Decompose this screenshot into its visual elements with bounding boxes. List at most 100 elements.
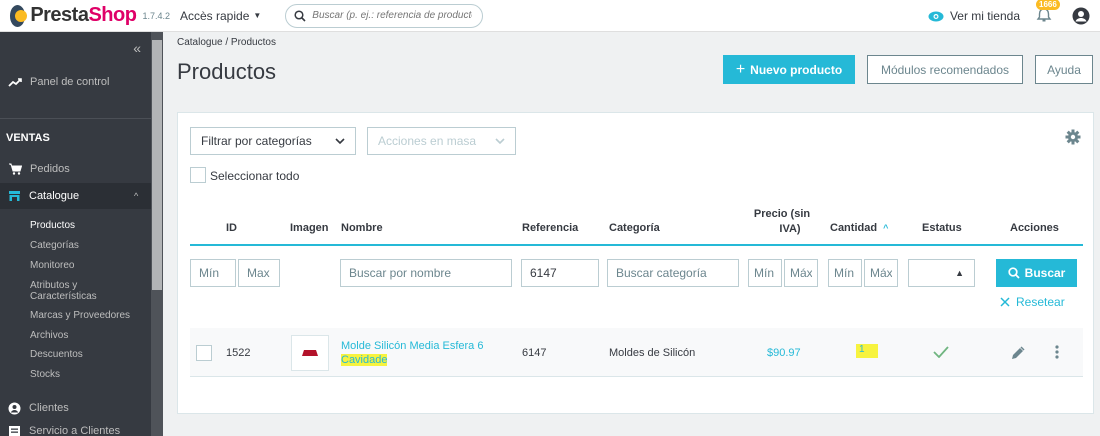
eye-icon bbox=[928, 11, 944, 21]
quick-access-dropdown[interactable]: Accès rapide ▼ bbox=[180, 9, 261, 23]
new-product-button[interactable]: + Nuevo producto bbox=[723, 55, 855, 84]
select-all-checkbox[interactable] bbox=[190, 167, 206, 183]
search-button[interactable]: Buscar bbox=[996, 259, 1077, 287]
row-id: 1522 bbox=[226, 347, 251, 359]
row-quantity[interactable]: 1 bbox=[856, 344, 878, 358]
column-header-name[interactable]: Nombre bbox=[341, 222, 383, 234]
sidebar-subitem-files[interactable]: Archivos bbox=[30, 330, 68, 341]
column-header-quantity[interactable]: Cantidad ^ bbox=[830, 222, 888, 234]
column-header-status[interactable]: Estatus bbox=[922, 222, 962, 234]
column-header-reference[interactable]: Referencia bbox=[522, 222, 578, 234]
page-title: Productos bbox=[177, 59, 277, 84]
sidebar-subitem-brands[interactable]: Marcas y Proveedores bbox=[30, 310, 130, 321]
chevron-up-icon: ^ bbox=[134, 191, 139, 201]
view-shop-link[interactable]: Ver mi tienda bbox=[928, 9, 1020, 23]
row-category: Moldes de Silicón bbox=[609, 347, 696, 359]
product-thumbnail[interactable] bbox=[291, 335, 329, 371]
sidebar-item-label: Catalogue bbox=[29, 190, 80, 202]
search-icon bbox=[294, 9, 306, 22]
filter-name-input[interactable] bbox=[340, 259, 512, 287]
header-search-input[interactable] bbox=[312, 10, 473, 21]
message-icon bbox=[9, 426, 20, 436]
sidebar-subitem-categories[interactable]: Categorías bbox=[30, 240, 79, 251]
products-card: Filtrar por categorías Acciones en masa … bbox=[177, 112, 1094, 414]
user-account-icon[interactable] bbox=[1072, 7, 1090, 25]
product-name-link[interactable]: Molde Silicón Media Esfera 6 Cavidade bbox=[341, 339, 501, 367]
sidebar-item-catalogue[interactable]: Catalogue ^ bbox=[0, 187, 151, 205]
column-header-image: Imagen bbox=[290, 222, 329, 234]
sidebar-subitem-attributes[interactable]: Atributos y bbox=[30, 280, 77, 291]
puffin-logo-icon bbox=[10, 4, 28, 27]
shopping-cart-icon bbox=[9, 163, 22, 175]
column-header-actions: Acciones bbox=[1010, 222, 1059, 234]
filter-id-max[interactable] bbox=[238, 259, 280, 287]
chevron-down-icon bbox=[495, 137, 505, 144]
sidebar-subitem-monitoring[interactable]: Monitoreo bbox=[30, 260, 74, 271]
filter-qty-min[interactable] bbox=[828, 259, 862, 287]
column-header-id[interactable]: ID bbox=[226, 222, 237, 234]
bulk-actions-dropdown[interactable]: Acciones en masa bbox=[367, 127, 516, 155]
sort-arrows-icon: ▲ bbox=[955, 268, 964, 278]
filter-price-min[interactable] bbox=[748, 259, 782, 287]
edit-pencil-icon[interactable] bbox=[1011, 346, 1025, 360]
notifications-button[interactable]: 1666 bbox=[1036, 0, 1060, 26]
sidebar-item-label: Panel de control bbox=[30, 76, 110, 88]
help-button[interactable]: Ayuda bbox=[1035, 55, 1093, 84]
filter-status-select[interactable]: ▲ bbox=[908, 259, 975, 287]
sidebar-item-customers[interactable]: Clientes bbox=[0, 399, 151, 417]
sidebar-subitem-attributes-line2[interactable]: Características bbox=[30, 291, 97, 302]
row-price[interactable]: $90.97 bbox=[767, 347, 801, 359]
sidebar-subitem-stocks[interactable]: Stocks bbox=[30, 369, 60, 380]
sidebar-item-customer-service[interactable]: Servicio a Clientes bbox=[0, 424, 151, 436]
filter-category-input[interactable] bbox=[607, 259, 739, 287]
sidebar: « Panel de control VENTAS Pedidos Catalo… bbox=[0, 32, 163, 436]
sidebar-subitem-discounts[interactable]: Descuentos bbox=[30, 349, 83, 360]
search-icon bbox=[1008, 267, 1020, 279]
filter-price-max[interactable] bbox=[784, 259, 818, 287]
logo-text-presta: Presta bbox=[30, 4, 89, 26]
store-icon bbox=[9, 191, 20, 201]
view-shop-label: Ver mi tienda bbox=[949, 9, 1020, 23]
recommended-modules-button[interactable]: Módulos recomendados bbox=[867, 55, 1023, 84]
sort-ascending-icon[interactable]: ^ bbox=[883, 223, 888, 233]
top-header: PrestaShop 1.7.4.2 Accès rapide ▼ Ver mi… bbox=[0, 0, 1100, 32]
reset-filters-link[interactable]: Resetear bbox=[1000, 295, 1065, 309]
sidebar-item-orders[interactable]: Pedidos bbox=[0, 160, 151, 178]
notifications-badge: 1666 bbox=[1036, 0, 1060, 10]
account-circle-icon bbox=[8, 402, 21, 414]
sidebar-item-dashboard[interactable]: Panel de control bbox=[0, 72, 151, 92]
reset-filters-label: Resetear bbox=[1016, 295, 1065, 309]
filter-reference-input[interactable] bbox=[521, 259, 599, 287]
column-header-category[interactable]: Categoría bbox=[609, 222, 660, 234]
product-name-line1: Molde Silicón Media Esfera 6 bbox=[341, 340, 484, 352]
header-search[interactable] bbox=[285, 3, 484, 28]
search-button-label: Buscar bbox=[1024, 266, 1066, 280]
trending-up-icon bbox=[8, 78, 22, 87]
sidebar-scrollbar-thumb[interactable] bbox=[152, 40, 162, 290]
sidebar-item-label: Clientes bbox=[29, 402, 69, 414]
filter-id-min[interactable] bbox=[190, 259, 236, 287]
close-icon bbox=[1000, 297, 1010, 307]
version-label: 1.7.4.2 bbox=[142, 10, 170, 21]
quick-access-label: Accès rapide bbox=[180, 8, 250, 23]
product-image-icon bbox=[302, 350, 318, 356]
sidebar-scrollbar[interactable] bbox=[151, 32, 163, 436]
sidebar-section-sales: VENTAS bbox=[6, 132, 50, 144]
new-product-label: Nuevo producto bbox=[750, 62, 843, 77]
more-actions-icon[interactable] bbox=[1055, 345, 1059, 359]
gear-icon[interactable] bbox=[1065, 129, 1081, 145]
sidebar-item-label: Servicio a Clientes bbox=[29, 425, 121, 436]
column-header-price[interactable]: Precio (sin IVA) bbox=[746, 207, 818, 237]
prestashop-logo[interactable]: PrestaShop 1.7.4.2 bbox=[0, 4, 170, 27]
sidebar-subitem-products[interactable]: Productos bbox=[30, 220, 75, 231]
check-icon[interactable] bbox=[933, 346, 949, 358]
select-all-label: Seleccionar todo bbox=[210, 169, 300, 183]
logo-text: PrestaShop bbox=[30, 4, 137, 27]
column-header-price-line1: Precio (sin bbox=[753, 208, 811, 220]
breadcrumb[interactable]: Catalogue / Productos bbox=[177, 37, 276, 48]
column-header-price-line2: IVA) bbox=[779, 223, 801, 235]
collapse-sidebar-icon[interactable]: « bbox=[133, 40, 141, 56]
row-checkbox[interactable] bbox=[196, 345, 212, 361]
filter-categories-dropdown[interactable]: Filtrar por categorías bbox=[190, 127, 356, 155]
filter-qty-max[interactable] bbox=[864, 259, 898, 287]
